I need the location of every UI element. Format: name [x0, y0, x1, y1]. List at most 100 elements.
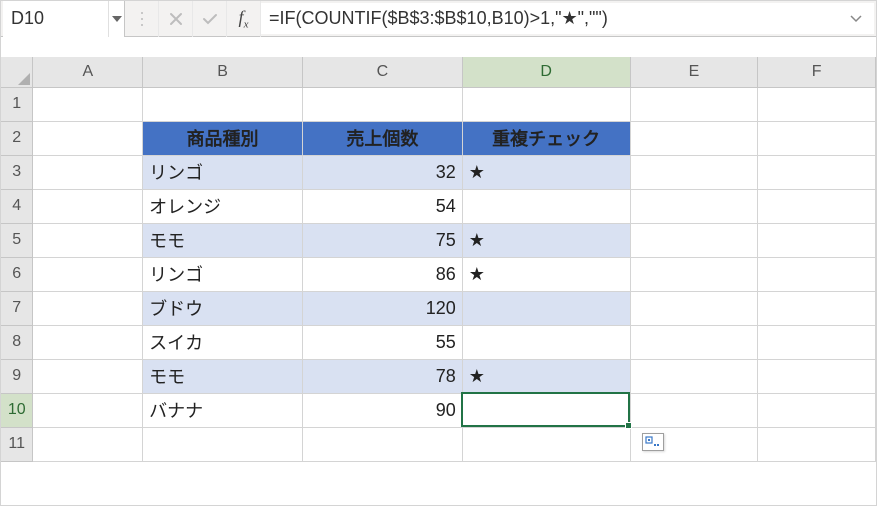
cell-D5[interactable]: ★ [462, 223, 630, 257]
row-head-11[interactable]: 11 [1, 427, 33, 461]
cell-D3[interactable]: ★ [462, 155, 630, 189]
col-head-B[interactable]: B [143, 57, 303, 87]
autofill-options-icon [645, 436, 661, 448]
cell-A8[interactable] [33, 325, 143, 359]
cell-F1[interactable] [758, 87, 876, 121]
cell-F6[interactable] [758, 257, 876, 291]
cell-C7[interactable]: 120 [302, 291, 462, 325]
cell-A2[interactable] [33, 121, 143, 155]
cell-B2[interactable]: 商品種別 [143, 121, 303, 155]
cell-F5[interactable] [758, 223, 876, 257]
cell-F11[interactable] [758, 427, 876, 461]
confirm-formula-button[interactable] [193, 1, 227, 37]
row-head-3[interactable]: 3 [1, 155, 33, 189]
formula-bar: fx [1, 1, 876, 37]
cell-A1[interactable] [33, 87, 143, 121]
cell-C2[interactable]: 売上個数 [302, 121, 462, 155]
col-head-F[interactable]: F [758, 57, 876, 87]
cell-E4[interactable] [630, 189, 758, 223]
autofill-options-button[interactable] [642, 433, 664, 451]
dots-icon [139, 11, 145, 27]
cell-D6[interactable]: ★ [462, 257, 630, 291]
expand-formula-bar-button[interactable] [846, 3, 866, 34]
cell-E9[interactable] [630, 359, 758, 393]
cell-C10[interactable]: 90 [302, 393, 462, 427]
check-icon [202, 12, 218, 26]
cell-C9[interactable]: 78 [302, 359, 462, 393]
cell-E5[interactable] [630, 223, 758, 257]
col-head-A[interactable]: A [33, 57, 143, 87]
col-head-D[interactable]: D [462, 57, 630, 87]
cell-D7[interactable] [462, 291, 630, 325]
row-head-1[interactable]: 1 [1, 87, 33, 121]
cell-A9[interactable] [33, 359, 143, 393]
cell-B11[interactable] [143, 427, 303, 461]
sheet: A B C D E F 1 2 商品種別 売上個数 重複チェック 3 リンゴ 3… [1, 57, 876, 462]
cancel-formula-button[interactable] [159, 1, 193, 37]
cell-E8[interactable] [630, 325, 758, 359]
select-all-button[interactable] [1, 57, 33, 87]
cell-F2[interactable] [758, 121, 876, 155]
cell-D8[interactable] [462, 325, 630, 359]
cell-E1[interactable] [630, 87, 758, 121]
cell-F10[interactable] [758, 393, 876, 427]
x-icon [169, 12, 183, 26]
col-head-C[interactable]: C [302, 57, 462, 87]
cell-B8[interactable]: スイカ [143, 325, 303, 359]
cell-C5[interactable]: 75 [302, 223, 462, 257]
cell-D1[interactable] [462, 87, 630, 121]
cell-E2[interactable] [630, 121, 758, 155]
name-box[interactable] [3, 1, 108, 37]
sheet-grid[interactable]: A B C D E F 1 2 商品種別 売上個数 重複チェック 3 リンゴ 3… [1, 57, 876, 462]
cell-A5[interactable] [33, 223, 143, 257]
cell-B1[interactable] [143, 87, 303, 121]
cell-B4[interactable]: オレンジ [143, 189, 303, 223]
cell-B5[interactable]: モモ [143, 223, 303, 257]
cell-A3[interactable] [33, 155, 143, 189]
formula-input[interactable] [269, 8, 846, 29]
row-head-6[interactable]: 6 [1, 257, 33, 291]
cell-F9[interactable] [758, 359, 876, 393]
cell-D11[interactable] [462, 427, 630, 461]
cell-F7[interactable] [758, 291, 876, 325]
cell-C6[interactable]: 86 [302, 257, 462, 291]
cell-C1[interactable] [302, 87, 462, 121]
cell-C8[interactable]: 55 [302, 325, 462, 359]
cell-B6[interactable]: リンゴ [143, 257, 303, 291]
chevron-down-icon [850, 14, 862, 24]
cell-B10[interactable]: バナナ [143, 393, 303, 427]
row-head-9[interactable]: 9 [1, 359, 33, 393]
cell-E10[interactable] [630, 393, 758, 427]
cell-F3[interactable] [758, 155, 876, 189]
cell-A7[interactable] [33, 291, 143, 325]
cell-D2[interactable]: 重複チェック [462, 121, 630, 155]
name-box-dropdown[interactable] [108, 1, 124, 37]
chevron-down-icon [112, 16, 122, 22]
cell-C3[interactable]: 32 [302, 155, 462, 189]
cell-E7[interactable] [630, 291, 758, 325]
cell-F8[interactable] [758, 325, 876, 359]
cell-B7[interactable]: ブドウ [143, 291, 303, 325]
cell-E6[interactable] [630, 257, 758, 291]
cell-C4[interactable]: 54 [302, 189, 462, 223]
cell-D4[interactable] [462, 189, 630, 223]
row-head-7[interactable]: 7 [1, 291, 33, 325]
cell-C11[interactable] [302, 427, 462, 461]
cell-A10[interactable] [33, 393, 143, 427]
insert-function-button[interactable]: fx [227, 1, 261, 37]
col-head-E[interactable]: E [630, 57, 758, 87]
cell-D9[interactable]: ★ [462, 359, 630, 393]
row-head-8[interactable]: 8 [1, 325, 33, 359]
cell-B3[interactable]: リンゴ [143, 155, 303, 189]
cell-D10[interactable] [462, 393, 630, 427]
cell-A4[interactable] [33, 189, 143, 223]
row-head-4[interactable]: 4 [1, 189, 33, 223]
row-head-5[interactable]: 5 [1, 223, 33, 257]
cell-E3[interactable] [630, 155, 758, 189]
row-head-10[interactable]: 10 [1, 393, 33, 427]
row-head-2[interactable]: 2 [1, 121, 33, 155]
cell-A11[interactable] [33, 427, 143, 461]
cell-B9[interactable]: モモ [143, 359, 303, 393]
cell-A6[interactable] [33, 257, 143, 291]
cell-F4[interactable] [758, 189, 876, 223]
